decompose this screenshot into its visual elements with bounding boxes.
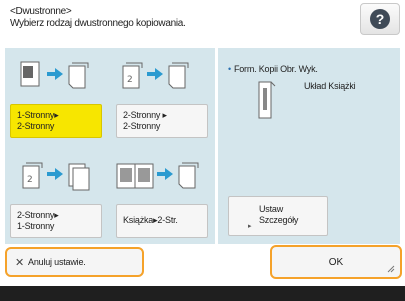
help-icon: ? bbox=[370, 9, 390, 29]
screen-instruction: Wybierz rodzaj dwustronnego kopiowania. bbox=[10, 18, 186, 29]
arrow-right-icon: ▸ bbox=[248, 223, 252, 230]
ok-button[interactable]: OK bbox=[270, 245, 402, 279]
detail-label-line2: Szczegóły bbox=[259, 215, 299, 225]
set-details-button[interactable]: ▸ Ustaw Szczegóły bbox=[228, 196, 328, 236]
two-to-one-sided-icon: 2 bbox=[22, 162, 90, 191]
option-two-to-one-sided[interactable]: 2-Stronny▸ 1-Stronny bbox=[10, 204, 102, 238]
option-label-line1: 2-Stronny ▸ bbox=[123, 110, 167, 120]
settings-title-text: Form. Kopii Obr. Wyk. bbox=[233, 64, 318, 74]
option-label-line2: 2-Stronny bbox=[123, 121, 161, 131]
help-button[interactable]: ? bbox=[360, 3, 400, 35]
option-label-line2: 1-Stronny bbox=[17, 221, 55, 231]
option-label-line1: 2-Stronny▸ bbox=[17, 210, 59, 220]
detail-label-line1: Ustaw bbox=[259, 204, 284, 214]
option-label-line2: 2-Stronny bbox=[17, 121, 55, 131]
option-two-to-two-sided[interactable]: 2-Stronny ▸ 2-Stronny bbox=[116, 104, 208, 138]
bullet-icon: • bbox=[228, 64, 231, 74]
screen-header: <Dwustronne> Wybierz rodzaj dwustronnego… bbox=[10, 6, 340, 30]
duplex-type-panel: 2 1-Stronny▸ 2-Stronny 2-Stronny ▸ 2-Str… bbox=[5, 48, 215, 244]
ok-label: OK bbox=[328, 256, 344, 268]
option-label-line1: Książka▸2-Str. bbox=[123, 215, 178, 225]
svg-text:2: 2 bbox=[27, 175, 33, 185]
two-to-two-sided-icon: 2 bbox=[122, 62, 189, 89]
one-to-two-sided-icon bbox=[20, 61, 89, 89]
book-layout-icon bbox=[258, 81, 276, 119]
corner-mark-icon bbox=[387, 265, 395, 273]
status-bar bbox=[0, 286, 405, 301]
screen-title: <Dwustronne> bbox=[10, 6, 72, 17]
cancel-setting-button[interactable]: ✕ Anuluj ustawie. bbox=[5, 247, 144, 277]
settings-title: • Form. Kopii Obr. Wyk. bbox=[228, 64, 318, 74]
svg-text:2: 2 bbox=[127, 75, 133, 85]
book-to-two-sided-icon bbox=[116, 162, 199, 189]
option-book-to-two-sided[interactable]: Książka▸2-Str. bbox=[116, 204, 208, 238]
option-one-to-two-sided[interactable]: 1-Stronny▸ 2-Stronny bbox=[10, 104, 102, 138]
cancel-label: Anuluj ustawie. bbox=[28, 257, 86, 267]
close-icon: ✕ bbox=[15, 256, 25, 269]
option-label-line1: 1-Stronny▸ bbox=[17, 110, 59, 120]
settings-value: Układ Książki bbox=[304, 81, 356, 91]
settings-panel: • Form. Kopii Obr. Wyk. Układ Książki ▸ U… bbox=[218, 48, 400, 244]
